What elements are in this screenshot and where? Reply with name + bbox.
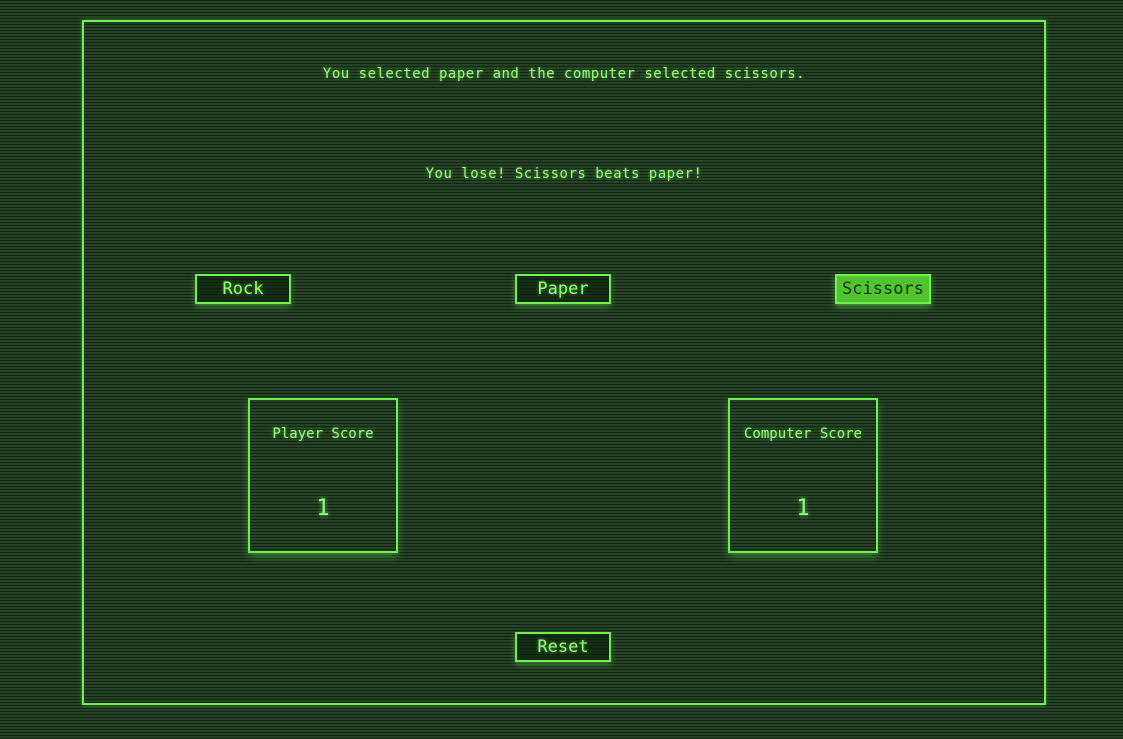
scissors-button[interactable]: Scissors <box>835 274 931 304</box>
paper-button[interactable]: Paper <box>515 274 611 304</box>
player-score-box: Player Score 1 <box>248 398 398 553</box>
player-score-value: 1 <box>316 496 330 521</box>
result-message: You lose! Scissors beats paper! <box>425 166 703 182</box>
computer-score-label: Computer Score <box>743 426 862 442</box>
game-frame: You selected paper and the computer sele… <box>82 20 1046 705</box>
player-score-label: Player Score <box>272 426 374 442</box>
reset-button[interactable]: Reset <box>515 632 611 662</box>
rock-button[interactable]: Rock <box>195 274 291 304</box>
computer-score-box: Computer Score 1 <box>728 398 878 553</box>
selection-message: You selected paper and the computer sele… <box>322 66 806 82</box>
computer-score-value: 1 <box>796 496 810 521</box>
